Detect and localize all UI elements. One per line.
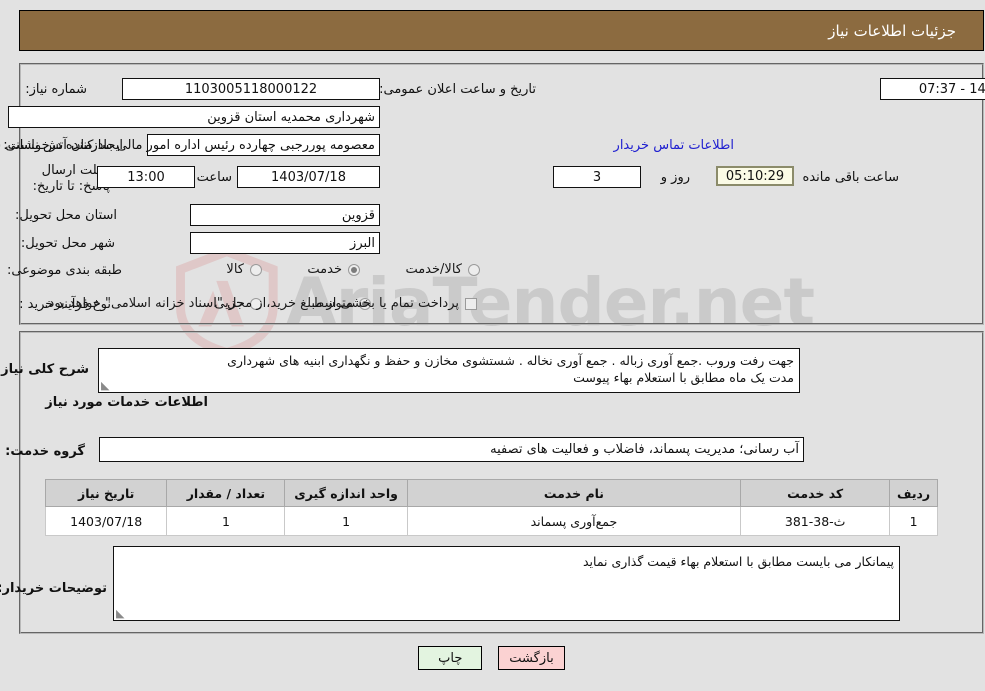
delivery-city-label: شهر محل تحویل: [21,236,116,251]
service-group-value: آب رسانی؛ مدیریت پسماند، فاضلاب و فعالیت… [491,442,800,457]
cell-code: ث-38-381 [741,506,892,536]
cell-radif: 1 [890,506,939,536]
page-header-bar: جزئیات اطلاعات نیاز [20,10,985,51]
deadline-date-value: 1403/07/18 [272,169,347,185]
need-info-panel [20,63,985,325]
announce-datetime-value: 1403/07/15 - 07:37 [919,81,985,97]
deadline-days-field: 3 [554,166,642,188]
buyer-contact-link[interactable]: اطلاعات تماس خریدار [615,138,735,153]
deadline-time-value: 13:00 [128,169,166,185]
requester-value: معصومه پوررجبی چهارده رئیس اداره امور ما… [0,137,376,153]
radio-kala-icon[interactable] [251,263,263,276]
category-option-kala[interactable]: کالا [227,262,263,280]
deadline-days-label: روز و [661,170,691,185]
delivery-province-value: قزوین [342,207,376,223]
cell-quantity: 1 [167,506,287,536]
deadline-countdown-suffix: ساعت باقی مانده [803,170,900,185]
category-label: طبقه بندی موضوعی: [7,263,123,278]
resize-grip-icon[interactable]: ◢ [102,379,114,392]
buyer-notes-resize-grip-icon[interactable]: ◢ [117,607,129,620]
services-table: ردیف کد خدمت نام خدمت واحد اندازه گیری ت… [45,479,939,536]
deadline-countdown-value: 05:10:29 [726,168,786,184]
buyer-notes-label: توضیحات خریدار: [0,581,108,596]
table-row: 1 ث-38-381 جمع‌آوری پسماند 1 1 1403/07/1… [45,506,939,536]
table-header-row: ردیف کد خدمت نام خدمت واحد اندازه گیری ت… [45,479,939,507]
col-code: کد خدمت [741,479,892,507]
buyer-notes-value: پیمانکار می بایست مطابق با استعلام بهاء … [583,554,895,569]
checkbox-islamic-treasury-icon[interactable] [466,297,478,310]
service-group-label: گروه خدمت: [6,444,86,459]
col-need-date: تاریخ نیاز [45,479,169,507]
announce-datetime-field: 1403/07/15 - 07:37 [881,78,985,100]
announce-datetime-label: تاریخ و ساعت اعلان عمومی: [380,82,537,97]
category-option-2-label: کالا/خدمت [406,262,463,277]
category-option-khedmat[interactable]: خدمت [308,262,361,280]
description-line-2: مدت یک ماه مطابق با استعلام بهاء پیوست [574,370,795,385]
cell-need-date: 1403/07/18 [45,506,169,536]
services-section-title: اطلاعات خدمات مورد نیاز [46,395,209,410]
col-unit: واحد اندازه گیری [285,479,409,507]
delivery-city-field: البرز [191,232,381,254]
col-radif: ردیف [890,479,939,507]
need-number-field: 1103005118000122 [123,78,381,100]
col-quantity: تعداد / مقدار [167,479,287,507]
need-number-label: شماره نیاز: [26,82,88,97]
need-number-value: 1103005118000122 [185,81,319,97]
islamic-treasury-checkbox-label: پرداخت تمام یا بخشی از مبلغ خرید،از محل … [45,296,460,311]
islamic-treasury-checkbox-group[interactable]: پرداخت تمام یا بخشی از مبلغ خرید،از محل … [45,296,478,314]
deadline-date-field: 1403/07/18 [238,166,381,188]
delivery-province-field: قزوین [191,204,381,226]
delivery-city-value: البرز [351,235,376,251]
description-textarea[interactable]: جهت رفت وروب .جمع آوری زباله . جمع آوری … [99,348,801,393]
deadline-countdown-field: 05:10:29 [717,166,795,186]
col-name: نام خدمت [407,479,743,507]
description-label: شرح کلی نیاز: [0,362,90,377]
category-option-0-label: کالا [227,262,245,277]
print-button[interactable]: چاپ [419,646,484,670]
deadline-time-label: ساعت [197,170,233,185]
deadline-time-field: 13:00 [98,166,196,188]
deadline-days-value: 3 [593,169,603,185]
buyer-org-value: شهرداری محمدیه استان قزوین [208,109,376,125]
buyer-notes-textarea[interactable]: پیمانکار می بایست مطابق با استعلام بهاء … [114,546,901,621]
category-option-1-label: خدمت [308,262,343,277]
cell-name: جمع‌آوری پسماند [407,506,743,536]
radio-kala-khedmat-icon[interactable] [469,263,481,276]
buyer-org-field: شهرداری محمدیه استان قزوین [9,106,381,128]
back-button[interactable]: بازگشت [499,646,566,670]
cell-unit: 1 [285,506,409,536]
requester-field: معصومه پوررجبی چهارده رئیس اداره امور ما… [0,134,381,156]
category-option-kala-khedmat[interactable]: کالا/خدمت [406,262,481,280]
service-group-field: آب رسانی؛ مدیریت پسماند، فاضلاب و فعالیت… [100,437,805,462]
page-title: جزئیات اطلاعات نیاز [829,21,957,40]
action-buttons-row: بازگشت چاپ [0,646,985,670]
description-line-1: جهت رفت وروب .جمع آوری زباله . جمع آوری … [228,353,795,368]
radio-khedmat-icon[interactable] [349,263,361,276]
delivery-province-label: استان محل تحویل: [16,208,118,223]
